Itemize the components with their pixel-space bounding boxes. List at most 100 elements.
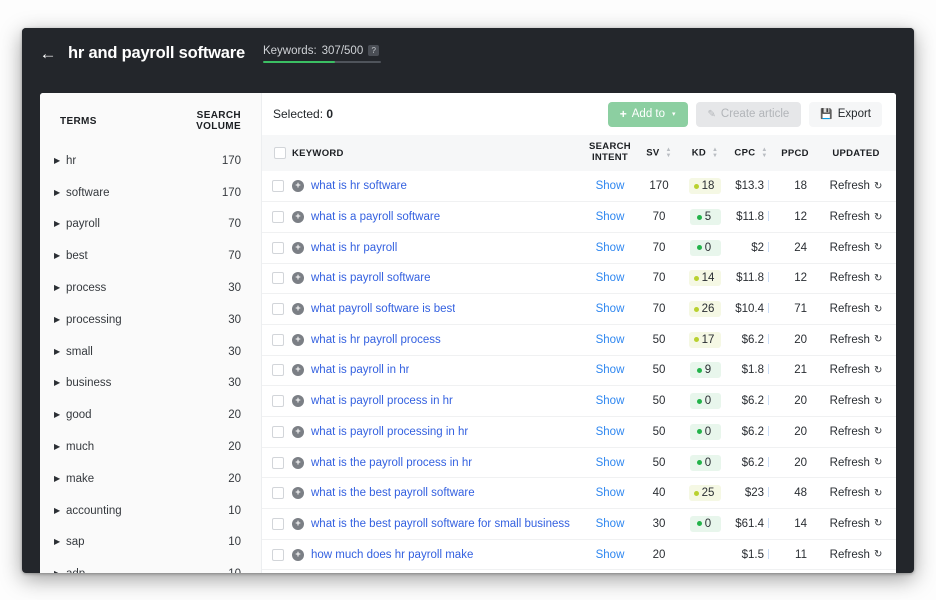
keyword-link[interactable]: what is payroll in hr	[311, 364, 409, 376]
row-checkbox[interactable]	[272, 303, 284, 316]
chevron-right-icon[interactable]: ▶	[54, 379, 66, 387]
keyword-link[interactable]: what is hr payroll	[311, 242, 397, 254]
sort-cpc-icon[interactable]: ▲ ▼	[761, 147, 767, 159]
refresh-button[interactable]: Refresh ↻	[830, 518, 883, 530]
list-item[interactable]: ▶ payroll 70	[40, 209, 261, 241]
keyword-link[interactable]: what is the best payroll software	[311, 487, 475, 499]
chevron-right-icon[interactable]: ▶	[54, 284, 66, 292]
list-item[interactable]: ▶ much 20	[40, 431, 261, 463]
keyword-link[interactable]: what is the best payroll software for sm…	[311, 518, 570, 530]
show-intent-link[interactable]: Show	[596, 457, 625, 469]
chevron-right-icon[interactable]: ▶	[54, 474, 66, 483]
table-row[interactable]: + what payroll software is best Show 70 26 $1…	[262, 293, 896, 325]
table-row[interactable]: + what is payroll processing in hr Show 50 0…	[262, 416, 896, 448]
chevron-right-icon[interactable]: ▶	[54, 411, 66, 419]
add-keyword-icon[interactable]: +	[292, 364, 304, 377]
chevron-right-icon[interactable]: ▶	[54, 188, 66, 197]
table-row[interactable]: + what is payroll software Show 70 14 $11.8 12…	[262, 263, 896, 295]
chevron-right-icon[interactable]: ▶	[54, 570, 66, 573]
row-checkbox[interactable]	[272, 180, 284, 193]
show-intent-link[interactable]: Show	[596, 518, 625, 530]
header-sv[interactable]: SV ▲ ▼	[636, 135, 682, 171]
list-item[interactable]: ▶ hr 170	[40, 145, 261, 177]
list-item[interactable]: ▶ small 30	[40, 336, 261, 368]
list-item[interactable]: ▶ processing 30	[40, 304, 261, 336]
add-keyword-icon[interactable]: +	[292, 272, 304, 285]
add-to-button[interactable]: + Add to ▾	[607, 101, 688, 127]
add-keyword-icon[interactable]: +	[292, 211, 304, 224]
header-cpc[interactable]: CPC ▲ ▼	[728, 135, 774, 171]
show-intent-link[interactable]: Show	[596, 211, 625, 223]
table-row[interactable]: + what is payroll in hr Show 50 9 $1.8 21 Refre…	[262, 355, 896, 387]
refresh-button[interactable]: Refresh ↻	[830, 242, 883, 254]
help-icon[interactable]: ?	[368, 45, 380, 57]
sort-sv-icon[interactable]: ▲ ▼	[665, 147, 671, 159]
show-intent-link[interactable]: Show	[596, 334, 625, 346]
add-keyword-icon[interactable]: +	[292, 241, 304, 254]
show-intent-link[interactable]: Show	[596, 549, 625, 561]
refresh-button[interactable]: Refresh ↻	[830, 334, 883, 346]
create-article-button[interactable]: ✎ Create article	[695, 101, 802, 127]
arrow-left-icon[interactable]: ←	[38, 43, 58, 63]
refresh-button[interactable]: Refresh ↻	[830, 549, 883, 561]
list-item[interactable]: ▶ sap 10	[40, 527, 261, 559]
row-checkbox[interactable]	[272, 333, 284, 346]
list-item[interactable]: ▶ make 20	[40, 463, 261, 495]
row-checkbox[interactable]	[272, 487, 284, 500]
refresh-button[interactable]: Refresh ↻	[830, 426, 883, 438]
refresh-button[interactable]: Refresh ↻	[830, 211, 883, 223]
add-keyword-icon[interactable]: +	[292, 548, 304, 561]
chevron-right-icon[interactable]: ▶	[54, 315, 66, 324]
table-row[interactable]: + what is hr payroll Show 70 0 $2 24 Refresh ↻	[262, 232, 896, 264]
show-intent-link[interactable]: Show	[596, 180, 625, 192]
list-item[interactable]: ▶ best 70	[40, 240, 261, 272]
export-button[interactable]: 💾 Export	[809, 101, 882, 127]
row-checkbox[interactable]	[272, 425, 284, 438]
refresh-button[interactable]: Refresh ↻	[830, 303, 883, 315]
row-checkbox[interactable]	[272, 456, 284, 469]
keyword-link[interactable]: what is hr payroll process	[311, 334, 441, 346]
row-checkbox[interactable]	[272, 517, 284, 530]
keyword-link[interactable]: what is hr software	[311, 180, 407, 192]
list-item[interactable]: ▶ good 20	[40, 399, 261, 431]
list-item[interactable]: ▶adp10	[40, 558, 261, 573]
select-all-checkbox[interactable]	[274, 147, 286, 159]
show-intent-link[interactable]: Show	[596, 303, 625, 315]
row-checkbox[interactable]	[272, 548, 284, 561]
show-intent-link[interactable]: Show	[596, 272, 625, 284]
sort-kd-icon[interactable]: ▲ ▼	[712, 147, 718, 159]
refresh-button[interactable]: Refresh ↻	[830, 272, 883, 284]
add-keyword-icon[interactable]: +	[292, 456, 304, 469]
table-row[interactable]: + what is hr payroll process Show 50 17 $6.2 2…	[262, 324, 896, 356]
header-search-intent[interactable]: SEARCH INTENT	[584, 135, 636, 171]
keyword-link[interactable]: what payroll software is best	[311, 303, 455, 315]
chevron-right-icon[interactable]: ▶	[54, 220, 66, 228]
show-intent-link[interactable]: Show	[596, 364, 625, 376]
refresh-button[interactable]: Refresh ↻	[830, 457, 883, 469]
header-keyword[interactable]: KEYWORD	[288, 135, 584, 171]
table-row[interactable]: + what is the best payroll software Show 40…	[262, 477, 896, 510]
chevron-right-icon[interactable]: ▶	[54, 538, 66, 546]
refresh-button[interactable]: Refresh ↻	[830, 364, 883, 376]
chevron-right-icon[interactable]: ▶	[54, 347, 66, 356]
keyword-link[interactable]: what is the payroll process in hr	[311, 457, 472, 469]
show-intent-link[interactable]: Show	[596, 242, 625, 254]
table-row[interactable]: + what is a payroll software Show 70 5 $11.8 1…	[262, 201, 896, 233]
keyword-link[interactable]: how much does hr payroll make	[311, 549, 473, 561]
list-item[interactable]: ▶ business 30	[40, 368, 261, 400]
refresh-button[interactable]: Refresh ↻	[830, 395, 883, 407]
table-row[interactable]: + how much does hr payroll make Show 20 $1.5…	[262, 539, 896, 571]
list-item[interactable]: ▶ software 170	[40, 177, 261, 209]
list-item[interactable]: ▶ process 30	[40, 272, 261, 304]
add-keyword-icon[interactable]: +	[292, 303, 304, 316]
keyword-link[interactable]: what is a payroll software	[311, 211, 440, 223]
row-checkbox[interactable]	[272, 272, 284, 285]
refresh-button[interactable]: Refresh ↻	[830, 487, 883, 499]
table-row[interactable]: + what is payroll process in hr Show 50 0 $6.…	[262, 385, 896, 417]
show-intent-link[interactable]: Show	[596, 487, 625, 499]
row-checkbox[interactable]	[272, 395, 284, 408]
add-keyword-icon[interactable]: +	[292, 180, 304, 193]
add-keyword-icon[interactable]: +	[292, 517, 304, 530]
header-updated[interactable]: UPDATED	[816, 135, 896, 171]
chevron-right-icon[interactable]: ▶	[54, 156, 66, 165]
